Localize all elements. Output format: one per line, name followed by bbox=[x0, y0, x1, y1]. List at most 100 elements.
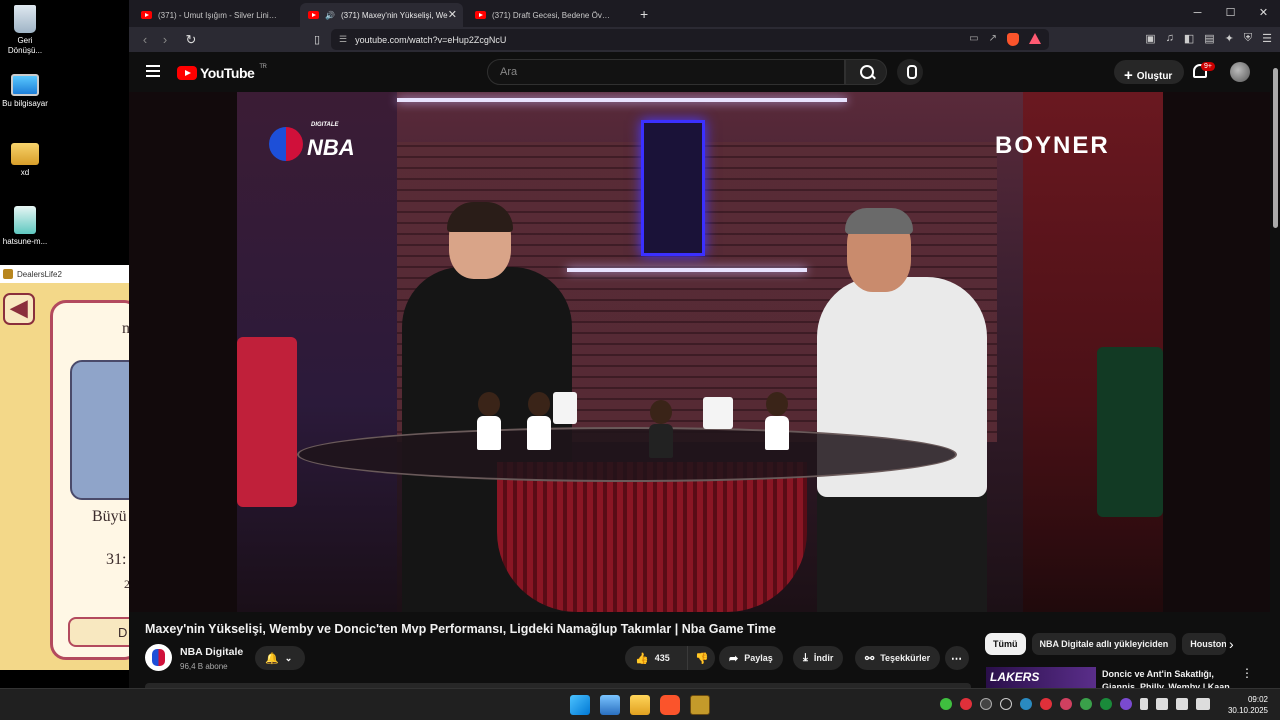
hamburger-menu-icon[interactable] bbox=[146, 65, 160, 77]
leo-icon[interactable]: ✦ bbox=[1225, 32, 1234, 45]
share-button[interactable]: ➦ Paylaş bbox=[719, 646, 783, 670]
tray-app-icon[interactable] bbox=[960, 698, 972, 710]
scrollbar-thumb[interactable] bbox=[1273, 68, 1278, 228]
microphone-icon[interactable] bbox=[897, 59, 923, 85]
reload-icon[interactable]: ↻ bbox=[181, 32, 201, 48]
dealers-life-window[interactable]: DealersLife2 ◀ n Büyü 31: 2 D bbox=[0, 265, 130, 670]
chip-from-uploader[interactable]: NBA Digitale adlı yükleyiciden bbox=[1031, 633, 1177, 655]
file-explorer-icon[interactable] bbox=[630, 695, 650, 715]
like-button[interactable]: 👍 435 bbox=[625, 646, 687, 670]
taskbar-clock[interactable]: 09:02 30.10.2025 bbox=[1228, 694, 1268, 716]
brave-rewards-icon[interactable] bbox=[1029, 33, 1041, 44]
battery-icon[interactable] bbox=[1196, 698, 1210, 710]
nba-logo-showcase bbox=[641, 120, 705, 256]
youtube-logo-text: YouTube bbox=[200, 65, 255, 81]
window-controls: ─ ☐ ✕ bbox=[1181, 0, 1280, 27]
download-button[interactable]: ⤓ İndir bbox=[793, 646, 844, 670]
site-settings-icon[interactable]: ☰ bbox=[339, 34, 347, 45]
menu-icon[interactable]: ☰ bbox=[1262, 32, 1272, 45]
taskbar-apps bbox=[570, 695, 710, 715]
close-window-icon[interactable]: ✕ bbox=[1247, 0, 1280, 27]
dislike-button[interactable]: 👎 bbox=[687, 646, 715, 670]
tray-app-icon[interactable] bbox=[940, 698, 952, 710]
search-input[interactable]: Ara bbox=[487, 59, 845, 85]
dealers-titlebar[interactable]: DealersLife2 bbox=[0, 265, 130, 283]
dealers-action-button[interactable]: D bbox=[68, 617, 130, 647]
more-vert-icon[interactable]: ⋮ bbox=[1241, 666, 1253, 680]
steam-icon[interactable] bbox=[1020, 698, 1032, 710]
video-frame: DIGITALE NBA BOYNER bbox=[237, 92, 1163, 612]
network-icon[interactable] bbox=[1156, 698, 1168, 710]
desktop-icon-this-pc[interactable]: Bu bilgisayar bbox=[0, 74, 50, 109]
microphone-tray-icon[interactable] bbox=[1140, 698, 1148, 710]
more-actions-button[interactable]: ⋯ bbox=[945, 646, 969, 670]
dealers-life-taskbar-icon[interactable] bbox=[690, 695, 710, 715]
start-windows-icon[interactable] bbox=[570, 695, 590, 715]
account-avatar[interactable] bbox=[1230, 62, 1250, 82]
tablecloth bbox=[497, 462, 807, 612]
forward-icon[interactable]: › bbox=[155, 32, 175, 47]
subscription-bell-button[interactable]: 🔔 ⌄ bbox=[255, 646, 305, 670]
tab-strip: (371) - Umut Işığım - Silver Linings P 🔊… bbox=[129, 0, 1280, 27]
speaker-icon[interactable]: 🔊 bbox=[325, 11, 335, 20]
media-icon[interactable]: ♫ bbox=[1166, 32, 1174, 45]
back-arrow-icon[interactable]: ◀ bbox=[3, 293, 35, 325]
host-right bbox=[807, 208, 987, 612]
recommended-title[interactable]: Doncic ve Ant'in Sakatlığı, Giannis, Phi… bbox=[1102, 668, 1242, 688]
toolbar-right: ▣ ♫ ◧ ▤ ✦ ⛨ ☰ bbox=[1145, 32, 1272, 45]
back-icon[interactable]: ‹ bbox=[135, 32, 155, 47]
youtube-favicon-icon bbox=[475, 11, 486, 19]
close-tab-icon[interactable]: ✕ bbox=[448, 8, 457, 21]
create-button[interactable]: + Oluştur bbox=[1114, 60, 1184, 84]
folder-icon bbox=[11, 143, 39, 165]
chip-houston[interactable]: Houston bbox=[1182, 633, 1227, 655]
chip-all[interactable]: Tümü bbox=[985, 633, 1026, 655]
tray-app-icon[interactable] bbox=[1100, 698, 1112, 710]
maximize-icon[interactable]: ☐ bbox=[1214, 0, 1247, 27]
chevron-right-icon[interactable]: › bbox=[1229, 636, 1234, 652]
tab-maxey-active[interactable]: 🔊 (371) Maxey'nin Yükselişi, We ✕ bbox=[300, 3, 463, 27]
recommendation-chips: Tümü NBA Digitale adlı yükleyiciden Hous… bbox=[985, 633, 1227, 655]
page-scrollbar[interactable] bbox=[1270, 52, 1280, 688]
dealers-title: DealersLife2 bbox=[17, 269, 62, 279]
tray-app-icon[interactable] bbox=[1000, 698, 1012, 710]
thanks-label: Teşekkürler bbox=[880, 653, 931, 663]
video-player[interactable]: DIGITALE NBA BOYNER bbox=[129, 92, 1270, 612]
tab-label: (371) Draft Gecesi, Bedene Övgü, DJ bbox=[492, 10, 612, 20]
recommended-thumbnail[interactable]: LAKERS bbox=[986, 667, 1096, 688]
thanks-button[interactable]: ⚯ Teşekkürler bbox=[855, 646, 941, 670]
tab-label: (371) Maxey'nin Yükselişi, We bbox=[340, 10, 448, 20]
tray-app-icon[interactable] bbox=[1080, 698, 1092, 710]
tab-draft-gecesi[interactable]: (371) Draft Gecesi, Bedene Övgü, DJ bbox=[467, 3, 630, 27]
bookmark-icon[interactable]: ▯ bbox=[307, 33, 327, 46]
desktop-icon-folder-xd[interactable]: xd bbox=[0, 143, 50, 178]
tray-app-icon[interactable] bbox=[1040, 698, 1052, 710]
cast-icon[interactable]: ▭ bbox=[969, 33, 978, 46]
youtube-logo[interactable]: YouTube TR bbox=[177, 64, 267, 81]
brave-shield-icon[interactable] bbox=[1007, 33, 1019, 46]
tray-app-icon[interactable] bbox=[1120, 698, 1132, 710]
address-bar[interactable]: ☰ youtube.com/watch?v=eHup2ZcgNcU ▭ ↗ bbox=[331, 29, 1049, 50]
widgets-icon[interactable] bbox=[600, 695, 620, 715]
desktop-icon-recycle-bin[interactable]: Geri Dönüşü... bbox=[0, 5, 50, 56]
volume-icon[interactable] bbox=[1176, 698, 1188, 710]
desktop-icon-hatsune[interactable]: hatsune-m... bbox=[0, 206, 50, 247]
thumbs-up-icon: 👍 bbox=[635, 652, 649, 665]
share-icon[interactable]: ↗ bbox=[989, 33, 997, 46]
youtube-header: YouTube TR Ara + Oluştur 9+ bbox=[129, 52, 1270, 92]
search-icon[interactable] bbox=[845, 59, 887, 85]
channel-avatar[interactable] bbox=[145, 644, 172, 671]
tray-app-icon[interactable] bbox=[980, 698, 992, 710]
nba-logo-small-text: DIGITALE bbox=[311, 122, 339, 128]
new-tab-button[interactable]: + bbox=[640, 6, 648, 22]
minimize-icon[interactable]: ─ bbox=[1181, 0, 1214, 27]
tray-app-icon[interactable] bbox=[1060, 698, 1072, 710]
screenshot-icon[interactable]: ▣ bbox=[1145, 32, 1155, 45]
wallet-icon[interactable]: ▤ bbox=[1204, 32, 1214, 45]
channel-name[interactable]: NBA Digitale bbox=[180, 646, 243, 658]
tab-umut-isigim[interactable]: (371) - Umut Işığım - Silver Linings P bbox=[133, 3, 296, 27]
youtube-favicon-icon bbox=[141, 11, 152, 19]
vpn-icon[interactable]: ⛨ bbox=[1244, 32, 1252, 45]
sidebar-icon[interactable]: ◧ bbox=[1184, 32, 1194, 45]
brave-browser-icon[interactable] bbox=[660, 695, 680, 715]
